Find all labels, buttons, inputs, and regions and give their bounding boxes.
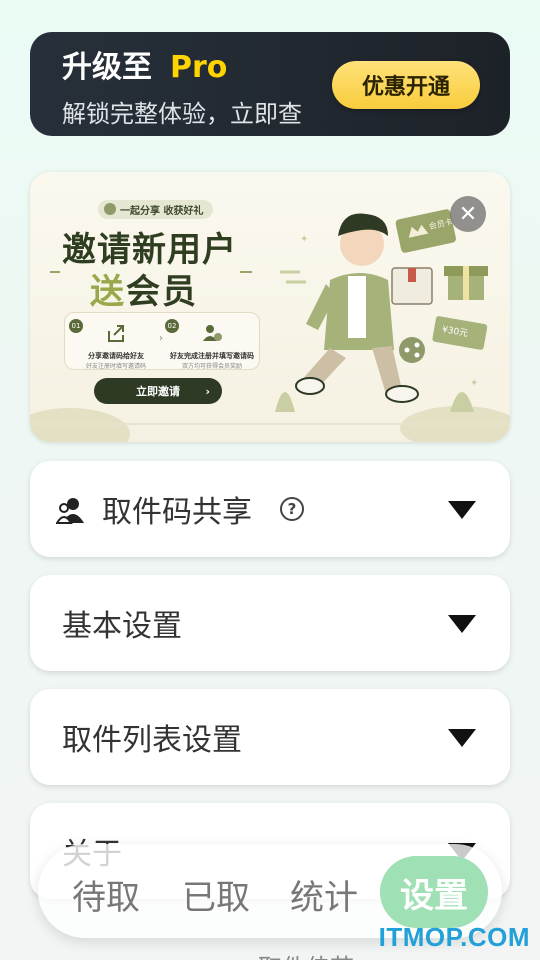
chevron-right-icon: › [205,384,210,398]
vip-card-illustration [395,209,456,253]
invite-promo-card[interactable]: 会员卡 ¥30元 ✦ ✦ 一起分享 收获好礼 邀请新用户 送会员 01 分享邀请… [30,172,510,442]
discount-activate-button[interactable]: 优惠开通 [332,61,480,109]
triangle-down-icon[interactable] [448,615,476,633]
gift-illustration [444,266,488,300]
invite-steps: 01 分享邀请码给好友 好友注册时填写邀请码 › 02 好友完成注册并填写邀请码… [64,312,260,370]
share-icon [108,325,124,342]
pro-word: Pro [170,50,228,85]
invite-subheadline: 送会员 [90,272,198,312]
tab-picked[interactable]: 已取 [182,870,250,919]
user-check-icon [203,325,222,341]
close-icon[interactable]: ✕ [450,196,486,232]
invite-now-button[interactable]: 立即邀请 › [94,378,222,404]
question-circle-icon[interactable]: ? [280,497,304,521]
tab-stats[interactable]: 统计 [290,870,358,919]
svg-text:✦: ✦ [470,378,478,389]
invite-step-1: 01 分享邀请码给好友 好友注册时填写邀请码 [69,319,163,370]
section-label: 基本设置 [62,609,182,644]
section-label: 取件列表设置 [62,723,242,758]
pro-banner-title: 升级至 Pro [62,50,228,85]
tab-settings[interactable]: 设置 [380,856,488,928]
invite-step-2: 02 好友完成注册并填写邀请码 双方均可获得会员奖励 [165,319,259,370]
step-arrow-icon: › [159,333,163,344]
tag-dot-icon [104,203,116,215]
section-list-settings[interactable]: 取件列表设置 [30,689,510,785]
pro-banner-subtitle: 解锁完整体验，立即查 [62,100,302,128]
below-nav-text: 取件佳节 [258,948,354,960]
section-pickup-code-share[interactable]: 取件码共享 ? [30,461,510,557]
invite-tag: 一起分享 收获好礼 [98,200,214,219]
pro-upgrade-banner[interactable]: 升级至 Pro 解锁完整体验，立即查 优惠开通 [30,32,510,136]
share-users-icon [56,498,84,524]
triangle-down-icon[interactable] [448,729,476,747]
watermark-text: ITMOP.COM [378,922,530,952]
tab-pending[interactable]: 待取 [72,870,140,919]
svg-text:✦: ✦ [300,234,308,245]
section-basic-settings[interactable]: 基本设置 [30,575,510,671]
triangle-down-icon[interactable] [448,501,476,519]
section-label: 取件码共享 [102,495,252,530]
